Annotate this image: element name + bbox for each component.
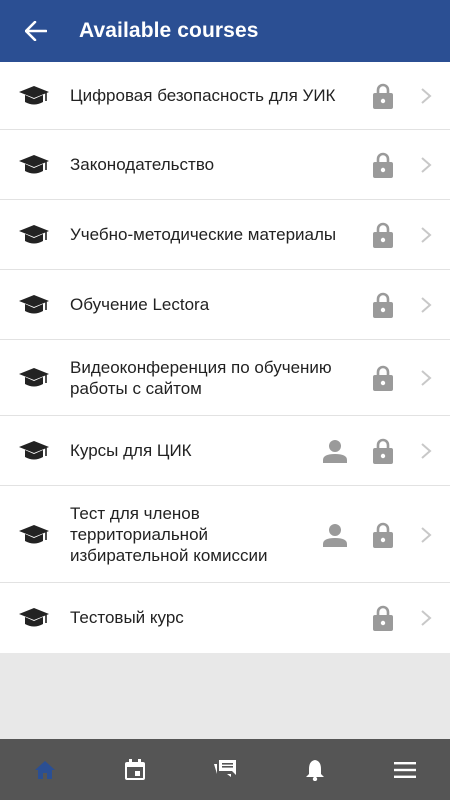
- person-icon: [323, 440, 347, 463]
- nav-notifications[interactable]: [295, 750, 335, 790]
- lock-icon: [373, 292, 393, 318]
- graduation-cap-icon: [19, 525, 49, 544]
- lock-icon: [373, 152, 393, 178]
- home-icon: [35, 760, 55, 779]
- arrow-back-icon[interactable]: [18, 13, 54, 49]
- menu-icon: [394, 761, 416, 778]
- graduation-cap-icon: [19, 295, 49, 314]
- course-item[interactable]: Учебно-методические материалы: [0, 200, 450, 270]
- graduation-cap-icon: [19, 86, 49, 105]
- chevron-right-icon: [421, 157, 432, 173]
- chevron-right-icon: [421, 297, 432, 313]
- bell-icon: [306, 759, 324, 781]
- course-title: Законодательство: [70, 155, 215, 174]
- chat-icon: [214, 759, 236, 777]
- course-item[interactable]: Законодательство: [0, 130, 450, 200]
- lock-icon: [373, 222, 393, 248]
- course-title: Учебно-методические материалы: [70, 225, 337, 244]
- lock-icon: [373, 365, 393, 391]
- lock-icon: [373, 605, 393, 631]
- graduation-cap-icon: [19, 608, 49, 627]
- chevron-right-icon: [421, 227, 432, 243]
- course-list: Цифровая безопасность для УИК Законодате…: [0, 62, 450, 653]
- nav-messages[interactable]: [205, 750, 245, 790]
- course-item[interactable]: Курсы для ЦИК: [0, 416, 450, 486]
- lock-icon: [373, 438, 393, 464]
- course-title: Видеоконференция по обучению работы с са…: [70, 358, 332, 398]
- chevron-right-icon: [421, 370, 432, 386]
- nav-menu[interactable]: [385, 750, 425, 790]
- course-title: Тестовый курс: [70, 608, 184, 627]
- bottom-nav: [0, 739, 450, 800]
- course-item[interactable]: Видеоконференция по обучению работы с са…: [0, 340, 450, 416]
- chevron-right-icon: [421, 610, 432, 626]
- chevron-right-icon: [421, 527, 432, 543]
- course-title: Обучение Lectora: [70, 295, 210, 314]
- course-title: Цифровая безопасность для УИК: [70, 86, 336, 105]
- graduation-cap-icon: [19, 441, 49, 460]
- graduation-cap-icon: [19, 225, 49, 244]
- graduation-cap-icon: [19, 155, 49, 174]
- nav-calendar[interactable]: [115, 750, 155, 790]
- graduation-cap-icon: [19, 368, 49, 387]
- chevron-right-icon: [421, 88, 432, 104]
- lock-icon: [373, 83, 393, 109]
- nav-home[interactable]: [25, 750, 65, 790]
- person-icon: [323, 524, 347, 547]
- page-title: Available courses: [79, 19, 259, 42]
- course-item[interactable]: Тест для членов территориальной избирате…: [0, 486, 450, 583]
- calendar-icon: [125, 758, 145, 780]
- lock-icon: [373, 522, 393, 548]
- app-bar: Available courses: [0, 0, 450, 62]
- course-item[interactable]: Тестовый курс: [0, 583, 450, 653]
- course-title: Тест для членов территориальной избирате…: [70, 504, 268, 565]
- course-item[interactable]: Цифровая безопасность для УИК: [0, 62, 450, 130]
- course-title: Курсы для ЦИК: [70, 441, 192, 460]
- chevron-right-icon: [421, 443, 432, 459]
- course-item[interactable]: Обучение Lectora: [0, 270, 450, 340]
